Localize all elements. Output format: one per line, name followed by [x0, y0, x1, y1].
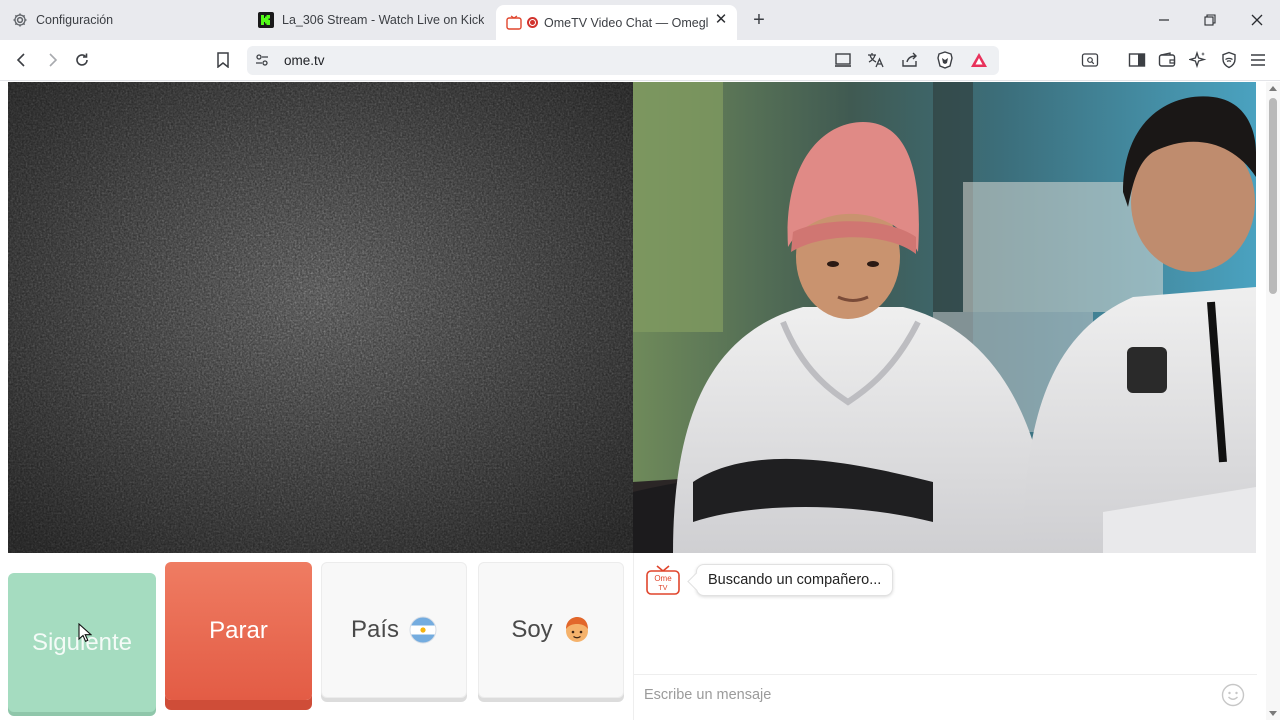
browser-toolbar: ome.tv	[0, 40, 1280, 81]
address-bar[interactable]: ome.tv	[247, 46, 999, 75]
reload-button[interactable]	[70, 48, 94, 72]
reading-mode-icon[interactable]	[1078, 48, 1102, 72]
scroll-down-arrow-icon[interactable]	[1269, 711, 1277, 716]
forward-button[interactable]	[40, 48, 64, 72]
cast-icon[interactable]	[832, 49, 854, 71]
chat-input-bar	[634, 674, 1257, 714]
country-filter-button[interactable]: País	[321, 562, 467, 698]
svg-text:Ome: Ome	[654, 574, 672, 583]
back-button[interactable]	[10, 48, 34, 72]
menu-icon[interactable]	[1246, 48, 1270, 72]
partner-video	[633, 82, 1256, 553]
partner-video-frame	[633, 82, 1256, 553]
gender-button-label: Soy	[511, 616, 553, 643]
leo-ai-icon[interactable]	[1186, 48, 1210, 72]
chat-status-text: Buscando un compañero...	[708, 572, 882, 588]
tab-ometv-label: OmeTV Video Chat — Omegl	[544, 15, 709, 30]
static-noise-image	[8, 82, 633, 553]
wallet-icon[interactable]	[1155, 48, 1179, 72]
share-icon[interactable]	[899, 49, 921, 71]
mouse-cursor-icon	[78, 622, 93, 643]
argentina-flag-icon	[409, 616, 437, 644]
close-window-button[interactable]	[1245, 8, 1269, 32]
new-tab-button[interactable]: +	[748, 9, 770, 31]
tab-strip: Configuración La_306 Stream - Watch Live…	[0, 0, 1280, 40]
tab-settings[interactable]: Configuración	[12, 5, 242, 35]
chat-status-message: Buscando un compañero...	[696, 564, 894, 596]
sidebar-toggle-icon[interactable]	[1125, 48, 1149, 72]
tab-kick-label: La_306 Stream - Watch Live on Kick	[282, 13, 485, 27]
ometv-page: Siguiente Parar País Soy Ome TV Buscando…	[0, 82, 1266, 720]
message-input[interactable]	[644, 683, 1204, 707]
gear-icon	[12, 12, 28, 28]
ometv-logo-icon	[506, 15, 522, 31]
translate-icon[interactable]	[865, 49, 887, 71]
minimize-window-button[interactable]	[1152, 8, 1176, 32]
svg-text:TV: TV	[659, 585, 668, 592]
brave-rewards-icon[interactable]	[968, 49, 990, 71]
tab-ometv[interactable]: OmeTV Video Chat — Omegl ✕	[496, 5, 737, 40]
close-tab-icon[interactable]: ✕	[713, 12, 729, 28]
scroll-up-arrow-icon[interactable]	[1269, 86, 1277, 91]
country-button-label: País	[350, 616, 400, 643]
bookmark-icon[interactable]	[211, 48, 235, 72]
chat-panel: Ome TV Buscando un compañero...	[633, 553, 1257, 720]
scroll-thumb[interactable]	[1269, 98, 1277, 294]
emoji-picker-icon[interactable]	[1221, 683, 1245, 707]
url-text: ome.tv	[284, 53, 325, 68]
brave-shields-icon[interactable]	[934, 49, 956, 71]
stop-button[interactable]: Parar	[165, 562, 312, 700]
restore-window-button[interactable]	[1198, 8, 1222, 32]
gender-button[interactable]: Soy	[478, 562, 624, 698]
local-video-static	[8, 82, 633, 553]
site-info-icon[interactable]	[251, 49, 273, 71]
kick-logo-icon	[258, 12, 274, 28]
ometv-logo-icon: Ome TV	[646, 565, 680, 595]
tab-settings-label: Configuración	[36, 13, 114, 27]
boy-emoji-icon	[563, 616, 591, 644]
vpn-icon[interactable]	[1217, 48, 1241, 72]
stop-button-label: Parar	[209, 617, 268, 644]
recording-indicator-icon	[527, 17, 538, 28]
page-scrollbar[interactable]	[1266, 82, 1280, 720]
tab-kick[interactable]: La_306 Stream - Watch Live on Kick	[258, 5, 488, 35]
